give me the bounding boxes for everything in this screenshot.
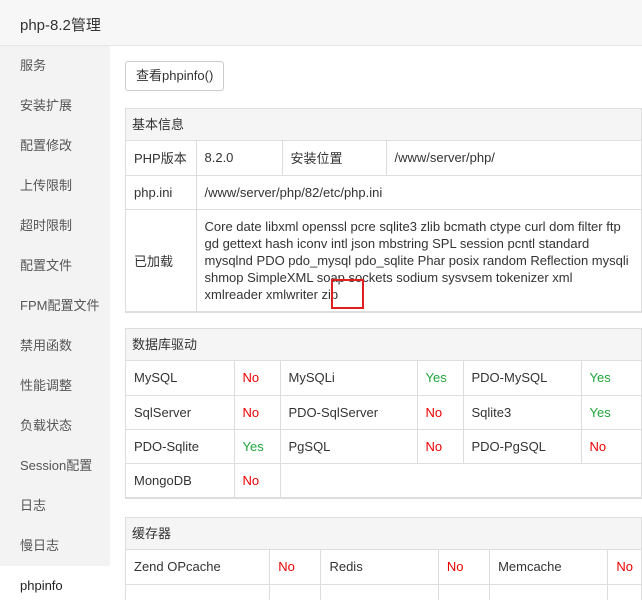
basic-info-title: 基本信息 xyxy=(126,109,641,141)
cache-name: Redis xyxy=(320,550,439,585)
loaded-extensions-value: Core date libxml openssl pcre sqlite3 zl… xyxy=(195,208,641,312)
sidebar-item-session[interactable]: Session配置 xyxy=(0,446,110,486)
table-row: php.ini /www/server/php/82/etc/php.ini xyxy=(126,174,641,210)
install-location-label: 安装位置 xyxy=(281,141,387,176)
sidebar-item-fpm-config[interactable]: FPM配置文件 xyxy=(0,286,110,326)
loaded-label: 已加载 xyxy=(126,208,197,312)
table-row: PHP版本 8.2.0 安装位置 /www/server/php/ xyxy=(126,141,641,176)
driver-name: PgSQL xyxy=(279,428,418,464)
driver-name: MongoDB xyxy=(126,462,235,498)
sidebar: 服务 安装扩展 配置修改 上传限制 超时限制 配置文件 FPM配置文件 禁用函数… xyxy=(0,46,110,600)
cache-status xyxy=(437,583,491,600)
cache-status xyxy=(607,583,641,600)
cache-status: No xyxy=(269,550,322,585)
main-content: 查看phpinfo() 基本信息 PHP版本 8.2.0 安装位置 /www/s… xyxy=(110,46,642,600)
cache-title: 缓存器 xyxy=(126,518,641,550)
sidebar-item-performance[interactable]: 性能调整 xyxy=(0,366,110,406)
cache-status: No xyxy=(607,550,641,585)
driver-name: Sqlite3 xyxy=(462,394,582,430)
driver-status: Yes xyxy=(580,394,641,430)
cache-table: Zend OPcache No Redis No Memcache No xyxy=(126,550,641,600)
table-row xyxy=(126,583,641,600)
window-header: php-8.2管理 xyxy=(0,0,642,46)
sidebar-item-timeout-limit[interactable]: 超时限制 xyxy=(0,206,110,246)
sidebar-item-slow-log[interactable]: 慢日志 xyxy=(0,526,110,566)
db-driver-title: 数据库驱动 xyxy=(126,329,641,361)
driver-name: MySQLi xyxy=(279,361,418,396)
page-title: php-8.2管理 xyxy=(20,17,101,34)
basic-info-panel: 基本信息 PHP版本 8.2.0 安装位置 /www/server/php/ p… xyxy=(125,108,642,313)
driver-status: Yes xyxy=(233,428,281,464)
cache-name xyxy=(489,583,609,600)
install-location-value: /www/server/php/ xyxy=(385,141,641,176)
driver-name: PDO-Sqlite xyxy=(126,428,235,464)
driver-status: No xyxy=(416,428,464,464)
basic-info-table: PHP版本 8.2.0 安装位置 /www/server/php/ php.in… xyxy=(126,141,641,312)
db-driver-panel: 数据库驱动 MySQL No MySQLi Yes PDO-MySQL Yes … xyxy=(125,328,642,499)
cache-name xyxy=(320,583,439,600)
sidebar-item-load-status[interactable]: 负载状态 xyxy=(0,406,110,446)
php-ini-label: php.ini xyxy=(126,174,197,210)
driver-name: SqlServer xyxy=(126,394,235,430)
sidebar-item-phpinfo[interactable]: phpinfo xyxy=(0,566,110,600)
sidebar-item-log[interactable]: 日志 xyxy=(0,486,110,526)
php-ini-value: /www/server/php/82/etc/php.ini xyxy=(195,174,641,210)
sidebar-item-service[interactable]: 服务 xyxy=(0,46,110,86)
driver-status: Yes xyxy=(580,361,641,396)
sidebar-item-disabled-functions[interactable]: 禁用函数 xyxy=(0,326,110,366)
driver-status: No xyxy=(416,394,464,430)
cache-name xyxy=(126,583,271,600)
cache-name: Memcache xyxy=(489,550,609,585)
cache-status xyxy=(269,583,322,600)
driver-name: PDO-SqlServer xyxy=(279,394,418,430)
table-row: MongoDB No xyxy=(126,462,641,498)
driver-name: MySQL xyxy=(126,361,235,396)
db-driver-table: MySQL No MySQLi Yes PDO-MySQL Yes SqlSer… xyxy=(126,361,641,498)
table-row: 已加载 Core date libxml openssl pcre sqlite… xyxy=(126,208,641,312)
driver-name: PDO-PgSQL xyxy=(462,428,582,464)
view-phpinfo-button[interactable]: 查看phpinfo() xyxy=(125,61,225,91)
table-row: Zend OPcache No Redis No Memcache No xyxy=(126,550,641,585)
php-version-label: PHP版本 xyxy=(126,141,197,176)
sidebar-item-upload-limit[interactable]: 上传限制 xyxy=(0,166,110,206)
sidebar-item-config-file[interactable]: 配置文件 xyxy=(0,246,110,286)
driver-status: No xyxy=(233,462,281,498)
driver-status: No xyxy=(233,361,281,396)
driver-status: No xyxy=(580,428,641,464)
cache-status: No xyxy=(437,550,491,585)
cache-name: Zend OPcache xyxy=(126,550,271,585)
table-row: SqlServer No PDO-SqlServer No Sqlite3 Ye… xyxy=(126,394,641,430)
sidebar-item-install-extension[interactable]: 安装扩展 xyxy=(0,86,110,126)
driver-status: Yes xyxy=(416,361,464,396)
empty-cell xyxy=(279,462,641,498)
driver-name: PDO-MySQL xyxy=(462,361,582,396)
table-row: PDO-Sqlite Yes PgSQL No PDO-PgSQL No xyxy=(126,428,641,464)
table-row: MySQL No MySQLi Yes PDO-MySQL Yes xyxy=(126,361,641,396)
sidebar-item-config-edit[interactable]: 配置修改 xyxy=(0,126,110,166)
php-version-value: 8.2.0 xyxy=(195,141,283,176)
driver-status: No xyxy=(233,394,281,430)
cache-panel: 缓存器 Zend OPcache No Redis No Memcache No xyxy=(125,517,642,600)
